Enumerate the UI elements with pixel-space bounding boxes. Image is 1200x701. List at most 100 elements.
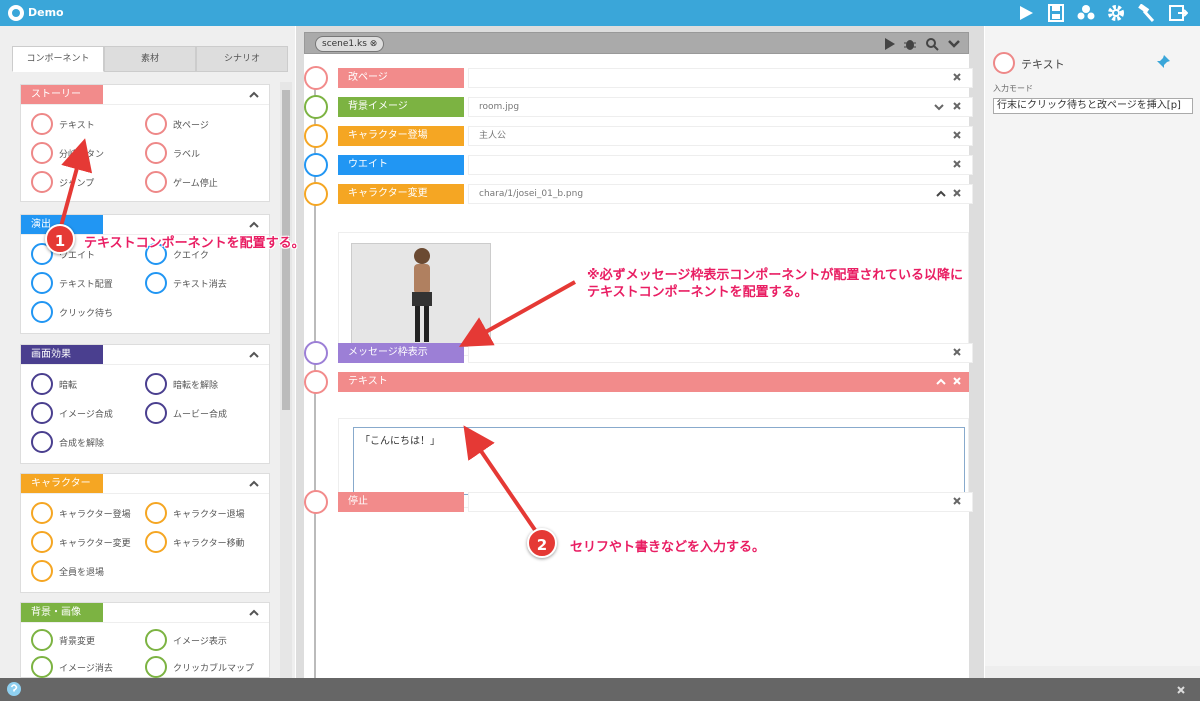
row-label: 改ページ [338,68,464,88]
tab-materials[interactable]: 素材 [104,46,196,72]
horizontal-scrollbar[interactable] [985,666,1200,678]
annotation-badge: 1 [45,224,75,254]
bug-icon[interactable] [903,37,917,51]
panel-screen-effects: 画面効果 暗転 暗転を解除 イメージ合成 ムービー合成 合成を解除 [20,344,270,464]
save-icon[interactable] [1046,4,1066,22]
component-item[interactable]: クリック待ち [31,301,149,323]
character-move-icon [145,531,167,553]
scene-row[interactable]: テキスト [304,370,969,394]
row-value[interactable] [468,68,973,88]
chevron-up-icon[interactable] [936,377,946,387]
component-item[interactable]: テキスト [31,113,149,135]
scene-row[interactable]: ウエイト [304,153,973,177]
panel-title: 画面効果 [21,345,103,364]
chevron-up-icon[interactable] [249,90,259,100]
clickable-map-icon [145,656,167,678]
row-value[interactable]: 主人公 [468,126,973,146]
component-item[interactable]: キャラクター登場 [31,502,149,524]
chevron-up-icon[interactable] [249,220,259,230]
tab-scenario[interactable]: シナリオ [196,46,288,72]
component-item[interactable]: 背景変更 [31,629,149,651]
scene-row[interactable]: 停止 [304,490,973,514]
close-icon[interactable] [952,496,962,506]
component-item[interactable]: 分岐ボタン [31,142,149,164]
close-icon[interactable] [952,101,962,111]
component-item[interactable]: ムービー合成 [145,402,263,424]
pin-icon[interactable] [1155,54,1171,70]
row-value[interactable] [468,343,973,363]
component-item[interactable]: 合成を解除 [31,431,149,453]
stop-icon [304,490,328,514]
help-icon[interactable] [6,681,22,697]
scene-canvas: scene1.ks ⊗ 改ページ 背景イメージ room.jpg キャラクター登… [304,32,973,678]
component-item[interactable]: 暗転 [31,373,149,395]
component-item[interactable]: キャラクター変更 [31,531,149,553]
close-icon[interactable] [952,188,962,198]
component-item[interactable]: 改ページ [145,113,263,135]
play-icon[interactable] [1016,4,1036,22]
chevron-up-icon[interactable] [249,350,259,360]
component-item[interactable]: 全員を退場 [31,560,149,582]
scene-row[interactable]: キャラクター変更 chara/1/josei_01_b.png [304,182,973,206]
page-break-icon [304,66,328,90]
sidebar-scrollbar[interactable] [280,82,292,678]
close-icon[interactable] [952,130,962,140]
row-label: キャラクター登場 [338,126,464,146]
component-item[interactable]: ゲーム停止 [145,171,263,193]
text-content-input[interactable]: 「こんにちは！」 [353,427,965,495]
scene-row[interactable]: 改ページ [304,66,973,90]
annotation-text: テキストコンポーネントを配置する。 [84,236,305,251]
chevron-up-icon[interactable] [249,608,259,618]
component-item[interactable]: ラベル [145,142,263,164]
tab-components[interactable]: コンポーネント [12,46,104,72]
row-label: キャラクター変更 [338,184,464,204]
close-icon[interactable] [952,159,962,169]
row-value[interactable]: room.jpg [468,97,973,117]
component-item[interactable]: イメージ消去 [31,656,149,678]
chevron-down-icon[interactable] [934,102,944,112]
annotation-note-line2: テキストコンポーネントを配置する。 [587,285,808,300]
scene-row[interactable]: 背景イメージ room.jpg [304,95,973,119]
users-icon[interactable] [1076,4,1096,22]
component-item[interactable]: クリッカブルマップ [145,656,263,678]
component-item[interactable]: ジャンプ [31,171,149,193]
text-erase-icon [145,272,167,294]
scene-editor: scene1.ks ⊗ 改ページ 背景イメージ room.jpg キャラクター登… [296,26,984,678]
close-icon[interactable]: ⊗ [370,39,378,49]
close-icon[interactable] [952,72,962,82]
component-item[interactable]: キャラクター退場 [145,502,263,524]
character-exit-icon [145,502,167,524]
component-item[interactable]: イメージ表示 [145,629,263,651]
component-item[interactable]: テキスト配置 [31,272,149,294]
component-sidebar: コンポーネント 素材 シナリオ ストーリー テキスト 改ページ 分岐ボタン ラベ… [0,26,295,678]
movie-icon [145,402,167,424]
background-icon [304,95,328,119]
close-icon[interactable] [1176,685,1186,695]
chevron-down-icon[interactable] [947,37,961,51]
row-value[interactable] [468,492,973,512]
properties-panel: テキスト 入力モード 行末にクリック待ちと改ページを挿入[p] [985,26,1200,678]
scene-row[interactable]: キャラクター登場 主人公 [304,124,973,148]
row-label: テキスト [338,372,969,392]
component-item[interactable]: 暗転を解除 [145,373,263,395]
hammer-icon[interactable] [1136,4,1156,22]
export-icon[interactable] [1168,4,1188,22]
component-item[interactable]: キャラクター移動 [145,531,263,553]
unmerge-icon [31,431,53,453]
component-item[interactable]: イメージ合成 [31,402,149,424]
annotation-text: セリフやト書きなどを入力する。 [570,540,766,555]
row-value[interactable]: chara/1/josei_01_b.png [468,184,973,204]
close-icon[interactable] [952,347,962,357]
close-icon[interactable] [952,376,962,386]
input-mode-select[interactable]: 行末にクリック待ちと改ページを挿入[p] [993,98,1193,114]
play-icon[interactable] [883,37,897,51]
file-tab[interactable]: scene1.ks ⊗ [315,36,385,52]
scene-row[interactable]: メッセージ枠表示 [304,341,973,365]
gear-icon[interactable] [1106,4,1126,22]
component-item[interactable]: テキスト消去 [145,272,263,294]
chevron-up-icon[interactable] [249,479,259,489]
search-icon[interactable] [925,37,939,51]
row-label: メッセージ枠表示 [338,343,464,363]
row-value[interactable] [468,155,973,175]
chevron-up-icon[interactable] [936,189,946,199]
